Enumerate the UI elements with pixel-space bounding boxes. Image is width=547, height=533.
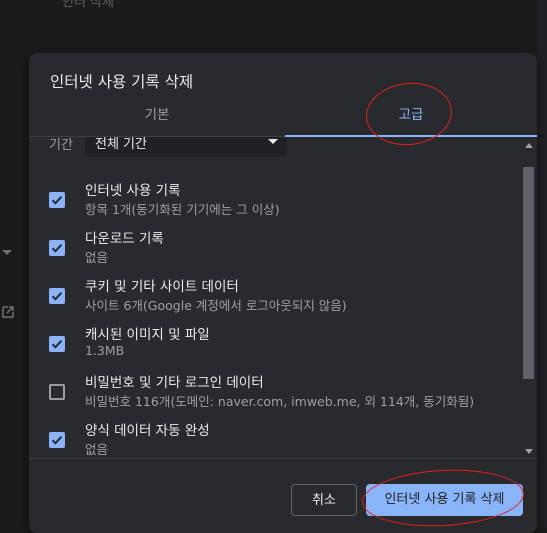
scroll-up-arrow-icon[interactable] (525, 143, 533, 148)
tab-basic[interactable]: 기본 (29, 100, 285, 135)
option-label: 캐시된 이미지 및 파일 (85, 327, 210, 343)
scroll-down-arrow-icon[interactable] (525, 449, 533, 454)
chevron-down-icon (2, 250, 12, 255)
open-in-new-icon (2, 306, 14, 318)
option-detail: 비밀번호 116개(도메인: naver.com, imweb.me, 외 11… (85, 394, 475, 409)
scroll-thumb[interactable] (523, 167, 534, 379)
clear-data-button[interactable]: 인터넷 사용 기록 삭제 (366, 484, 523, 516)
scrollbar[interactable] (521, 137, 537, 458)
option-autofill[interactable]: 양식 데이터 자동 완성 없음 (29, 419, 519, 458)
option-detail: 1.3MB (85, 343, 125, 358)
tab-advanced[interactable]: 고급 (285, 100, 537, 135)
checkbox[interactable] (49, 288, 65, 304)
option-cookies[interactable]: 쿠키 및 기타 사이트 데이터 사이트 6개(Google 계정에서 로그아웃되… (29, 275, 519, 323)
checkbox[interactable] (49, 432, 65, 448)
option-detail: 없음 (85, 250, 109, 265)
advanced-options-panel: 기간 전체 기간 인터넷 사용 기록 항목 1개(동기화된 기기에는 그 이상)… (29, 137, 537, 459)
option-label: 쿠키 및 기타 사이트 데이터 (85, 279, 239, 295)
cancel-button[interactable]: 취소 (291, 484, 357, 516)
option-label: 양식 데이터 자동 완성 (85, 423, 210, 439)
checkmark-icon (51, 340, 63, 349)
checkmark-icon (51, 436, 63, 445)
option-browsing-history[interactable]: 인터넷 사용 기록 항목 1개(동기화된 기기에는 그 이상) (29, 179, 519, 227)
clear-browsing-data-dialog: 인터넷 사용 기록 삭제 기본 고급 기간 전체 기간 인터넷 사용 기록 항목… (29, 53, 537, 533)
option-passwords[interactable]: 비밀번호 및 기타 로그인 데이터 비밀번호 116개(도메인: naver.c… (29, 371, 519, 419)
background-scroll-strip (537, 0, 547, 528)
checkbox[interactable] (49, 384, 65, 400)
background-text: 인터 삭제 (62, 0, 114, 10)
option-label: 비밀번호 및 기타 로그인 데이터 (85, 375, 264, 391)
option-detail: 없음 (85, 442, 109, 457)
option-cached-images[interactable]: 캐시된 이미지 및 파일 1.3MB (29, 323, 519, 371)
time-range-select[interactable]: 전체 기간 (85, 137, 287, 157)
option-label: 다운로드 기록 (85, 231, 164, 247)
tab-bar: 기본 고급 (29, 100, 537, 137)
checkmark-icon (51, 244, 63, 253)
time-range-label: 기간 (49, 138, 73, 153)
checkmark-icon (51, 196, 63, 205)
option-label: 인터넷 사용 기록 (85, 183, 181, 199)
dialog-title: 인터넷 사용 기록 삭제 (50, 73, 194, 91)
option-detail: 사이트 6개(Google 계정에서 로그아웃되지 않음) (85, 298, 347, 313)
checkbox[interactable] (49, 192, 65, 208)
option-detail: 항목 1개(동기화된 기기에는 그 이상) (85, 202, 280, 217)
checkbox[interactable] (49, 240, 65, 256)
time-range-value: 전체 기간 (95, 137, 147, 152)
checkbox[interactable] (49, 336, 65, 352)
dropdown-arrow-icon (268, 139, 278, 144)
option-download-history[interactable]: 다운로드 기록 없음 (29, 227, 519, 275)
checkmark-icon (51, 292, 63, 301)
